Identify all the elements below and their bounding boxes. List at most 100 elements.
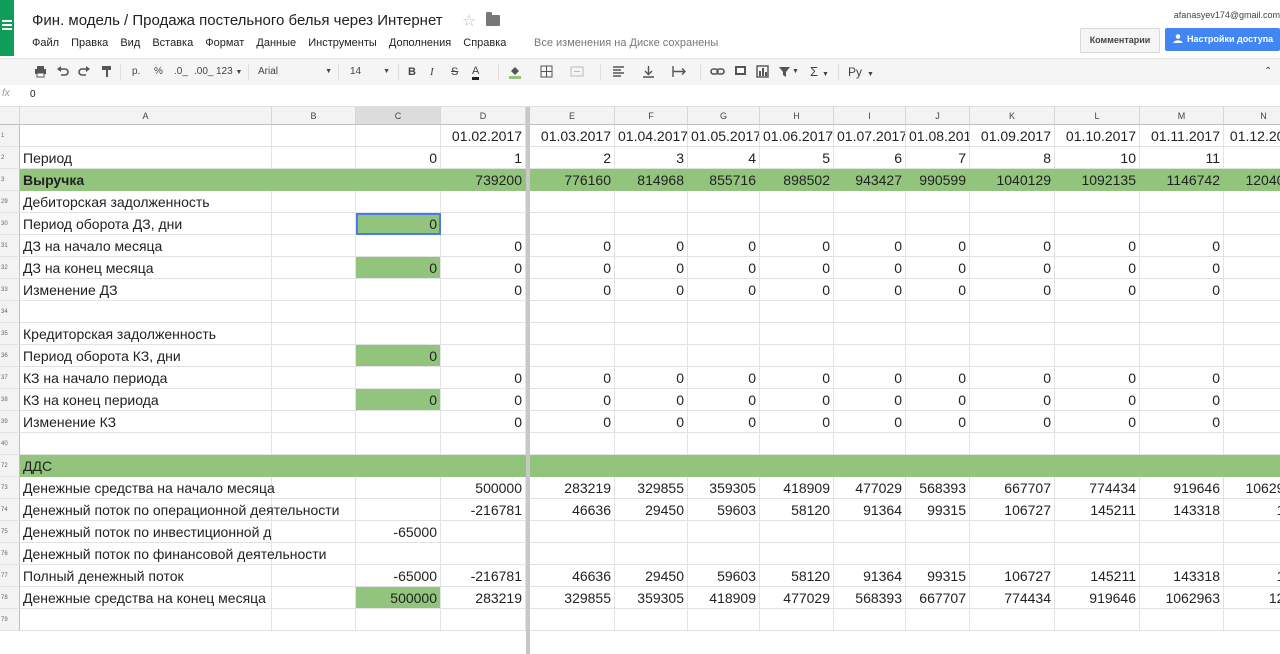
cell-j35[interactable] (906, 323, 970, 345)
cell-b2[interactable] (272, 147, 356, 169)
cell-n77[interactable]: 185 (1224, 565, 1280, 587)
cell-k30[interactable] (970, 213, 1055, 235)
row-header[interactable]: 75 (0, 521, 20, 543)
column-header-e[interactable]: E (530, 107, 615, 125)
cell-m36[interactable] (1140, 345, 1224, 367)
cell-g31[interactable]: 0 (688, 235, 760, 257)
cell-g74[interactable]: 59603 (688, 499, 760, 521)
cell-g32[interactable]: 0 (688, 257, 760, 279)
cell-f78[interactable]: 359305 (615, 587, 688, 609)
cell-c33[interactable] (356, 279, 441, 301)
text-color-button[interactable]: A (472, 65, 480, 80)
strikethrough-button[interactable]: S (451, 65, 458, 79)
cell-a3[interactable]: Выручка (20, 169, 272, 191)
cell-a37[interactable]: КЗ на начало периода (20, 367, 272, 389)
cell-n31[interactable] (1224, 235, 1280, 257)
cell-b1[interactable] (272, 125, 356, 147)
cell-g79[interactable] (688, 609, 760, 631)
cell-l40[interactable] (1055, 433, 1140, 455)
cell-i34[interactable] (834, 301, 906, 323)
cell-f38[interactable]: 0 (615, 389, 688, 411)
cell-f74[interactable]: 29450 (615, 499, 688, 521)
cell-e1[interactable]: 01.03.2017 (530, 125, 615, 147)
row-header[interactable]: 3 (0, 169, 20, 191)
cell-b36[interactable] (272, 345, 356, 367)
cell-j32[interactable]: 0 (906, 257, 970, 279)
cell-k73[interactable]: 667707 (970, 477, 1055, 499)
cell-k39[interactable]: 0 (970, 411, 1055, 433)
cell-d40[interactable] (441, 433, 526, 455)
column-header-j[interactable]: J (906, 107, 970, 125)
cell-i36[interactable] (834, 345, 906, 367)
cell-l76[interactable] (1055, 543, 1140, 565)
cell-i73[interactable]: 477029 (834, 477, 906, 499)
cell-j74[interactable]: 99315 (906, 499, 970, 521)
row-header[interactable]: 1 (0, 125, 20, 147)
cell-n32[interactable] (1224, 257, 1280, 279)
cell-g36[interactable] (688, 345, 760, 367)
cell-j37[interactable]: 0 (906, 367, 970, 389)
percent-format-button[interactable]: % (154, 65, 163, 79)
cell-h78[interactable]: 477029 (760, 587, 834, 609)
menu-edit[interactable]: Правка (71, 37, 108, 49)
cell-j39[interactable]: 0 (906, 411, 970, 433)
cell-g1[interactable]: 01.05.2017 (688, 125, 760, 147)
cell-i72[interactable] (834, 455, 906, 477)
cell-e40[interactable] (530, 433, 615, 455)
cell-m1[interactable]: 01.11.2017 (1140, 125, 1224, 147)
cell-m40[interactable] (1140, 433, 1224, 455)
cell-i38[interactable]: 0 (834, 389, 906, 411)
cell-b73[interactable] (272, 477, 356, 499)
cell-n36[interactable] (1224, 345, 1280, 367)
cell-a72[interactable]: ДДС (20, 455, 272, 477)
cell-n3[interactable]: 1204079 (1224, 169, 1280, 191)
cell-l74[interactable]: 145211 (1055, 499, 1140, 521)
cell-g38[interactable]: 0 (688, 389, 760, 411)
cell-i79[interactable] (834, 609, 906, 631)
cell-g75[interactable] (688, 521, 760, 543)
cell-g76[interactable] (688, 543, 760, 565)
column-header-h[interactable]: H (760, 107, 834, 125)
cell-d3[interactable]: 739200 (441, 169, 526, 191)
cell-e38[interactable]: 0 (530, 389, 615, 411)
cell-k33[interactable]: 0 (970, 279, 1055, 301)
column-header-k[interactable]: K (970, 107, 1055, 125)
cell-m39[interactable]: 0 (1140, 411, 1224, 433)
cell-f34[interactable] (615, 301, 688, 323)
cell-b72[interactable] (272, 455, 356, 477)
cell-a78[interactable]: Денежные средства на конец месяца (20, 587, 272, 609)
cell-h73[interactable]: 418909 (760, 477, 834, 499)
cell-m72[interactable] (1140, 455, 1224, 477)
comments-button[interactable]: Комментарии (1080, 28, 1160, 53)
cell-f36[interactable] (615, 345, 688, 367)
cell-k3[interactable]: 1040129 (970, 169, 1055, 191)
cell-h39[interactable]: 0 (760, 411, 834, 433)
cell-n29[interactable] (1224, 191, 1280, 213)
cell-b77[interactable] (272, 565, 356, 587)
account-email[interactable]: afanasyev174@gmail.com (1174, 10, 1280, 20)
document-title[interactable]: Фин. модель / Продажа постельного белья … (32, 12, 443, 29)
cell-g35[interactable] (688, 323, 760, 345)
cell-f33[interactable]: 0 (615, 279, 688, 301)
cell-i32[interactable]: 0 (834, 257, 906, 279)
cell-a39[interactable]: Изменение КЗ (20, 411, 272, 433)
cell-j38[interactable]: 0 (906, 389, 970, 411)
cell-d37[interactable]: 0 (441, 367, 526, 389)
column-header-d[interactable]: D (441, 107, 526, 125)
cell-e75[interactable] (530, 521, 615, 543)
menu-insert[interactable]: Вставка (152, 37, 193, 49)
cell-a79[interactable] (20, 609, 272, 631)
row-header[interactable]: 33 (0, 279, 20, 301)
cell-m3[interactable]: 1146742 (1140, 169, 1224, 191)
cell-n37[interactable] (1224, 367, 1280, 389)
cell-m74[interactable]: 143318 (1140, 499, 1224, 521)
cell-k40[interactable] (970, 433, 1055, 455)
cell-c39[interactable] (356, 411, 441, 433)
cell-m37[interactable]: 0 (1140, 367, 1224, 389)
cell-i40[interactable] (834, 433, 906, 455)
cell-i75[interactable] (834, 521, 906, 543)
cell-n38[interactable] (1224, 389, 1280, 411)
cell-j73[interactable]: 568393 (906, 477, 970, 499)
cell-c38[interactable]: 0 (356, 389, 441, 411)
paint-format-icon[interactable] (100, 65, 113, 79)
